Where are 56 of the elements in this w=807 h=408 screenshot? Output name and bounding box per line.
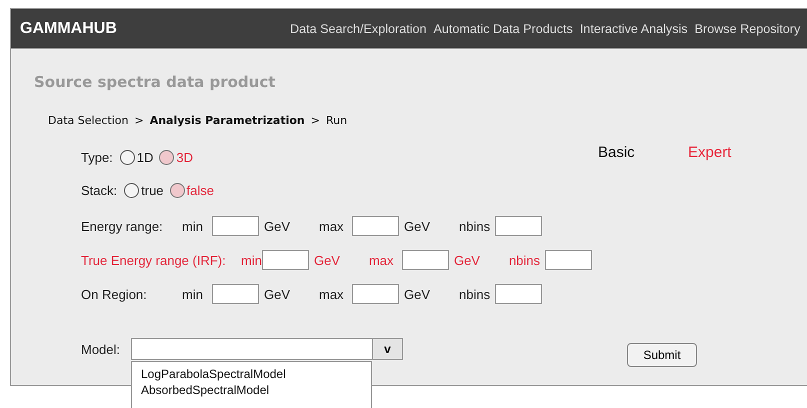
dropdown-toggle-button[interactable]: v [373, 338, 403, 360]
radio-button[interactable] [159, 150, 174, 165]
radio-label[interactable]: true [141, 183, 164, 198]
radio-button[interactable] [170, 183, 185, 198]
max-label: max [319, 218, 345, 234]
min-label: min [182, 286, 204, 302]
input-field[interactable] [495, 284, 542, 304]
nav-link[interactable]: Automatic Data Products [434, 22, 573, 36]
unit-label: GeV [404, 286, 432, 302]
input-field[interactable] [212, 284, 259, 304]
unit-label: GeV [264, 218, 292, 234]
input-field[interactable] [262, 250, 309, 270]
breadcrumb-item[interactable]: Analysis Parametrization [150, 114, 305, 127]
input-field[interactable] [544, 250, 592, 270]
mode-tab[interactable]: Expert [688, 144, 778, 207]
input-field[interactable] [352, 216, 399, 236]
page-title: Source spectra data product [34, 73, 276, 91]
unit-label: GeV [314, 252, 341, 268]
radio-label[interactable]: 1D [136, 150, 154, 165]
input-field[interactable] [495, 216, 542, 236]
submit-button[interactable]: Submit [627, 343, 697, 367]
nav-link[interactable]: Interactive Analysis [580, 22, 688, 36]
breadcrumb-item[interactable]: Run [326, 114, 348, 127]
dropdown-option[interactable]: AbsorbedSpectralModel [141, 382, 371, 398]
brand-title: GAMMAHUB [20, 20, 118, 38]
field-label: Stack: [81, 183, 118, 198]
nbins-label: nbins [459, 218, 492, 234]
radio-label[interactable]: 3D [176, 150, 194, 165]
input-field[interactable] [352, 284, 399, 304]
max-label: max [368, 252, 395, 268]
nbins-label: nbins [459, 286, 492, 302]
radio-label[interactable]: false [186, 183, 214, 198]
breadcrumb-separator: > [134, 114, 144, 127]
nbins-label: nbins [508, 252, 542, 268]
breadcrumb-separator: > [310, 114, 320, 127]
field-label: True Energy range (IRF): [81, 252, 227, 268]
input-field[interactable] [212, 216, 259, 236]
field-label: Type: [81, 150, 113, 165]
max-label: max [319, 286, 345, 302]
unit-label: GeV [454, 252, 481, 268]
model-select-field[interactable] [131, 338, 373, 360]
field-label: Energy range: [81, 218, 164, 234]
field-label: Model: [81, 342, 122, 356]
radio-button[interactable] [124, 183, 140, 198]
min-label: min [182, 218, 204, 234]
min-label: min [241, 252, 262, 268]
nav-link[interactable]: Browse Repository [694, 22, 800, 36]
unit-label: GeV [404, 218, 432, 234]
nav-link[interactable]: Data Search/Exploration [290, 22, 427, 36]
radio-button[interactable] [120, 150, 135, 165]
input-field[interactable] [402, 250, 449, 270]
mode-tab[interactable]: Basic [598, 144, 688, 207]
breadcrumb-item[interactable]: Data Selection [48, 114, 128, 127]
unit-label: GeV [264, 286, 292, 302]
dropdown-option[interactable]: LogParabolaSpectralModel [141, 366, 371, 382]
field-label: On Region: [81, 286, 148, 302]
